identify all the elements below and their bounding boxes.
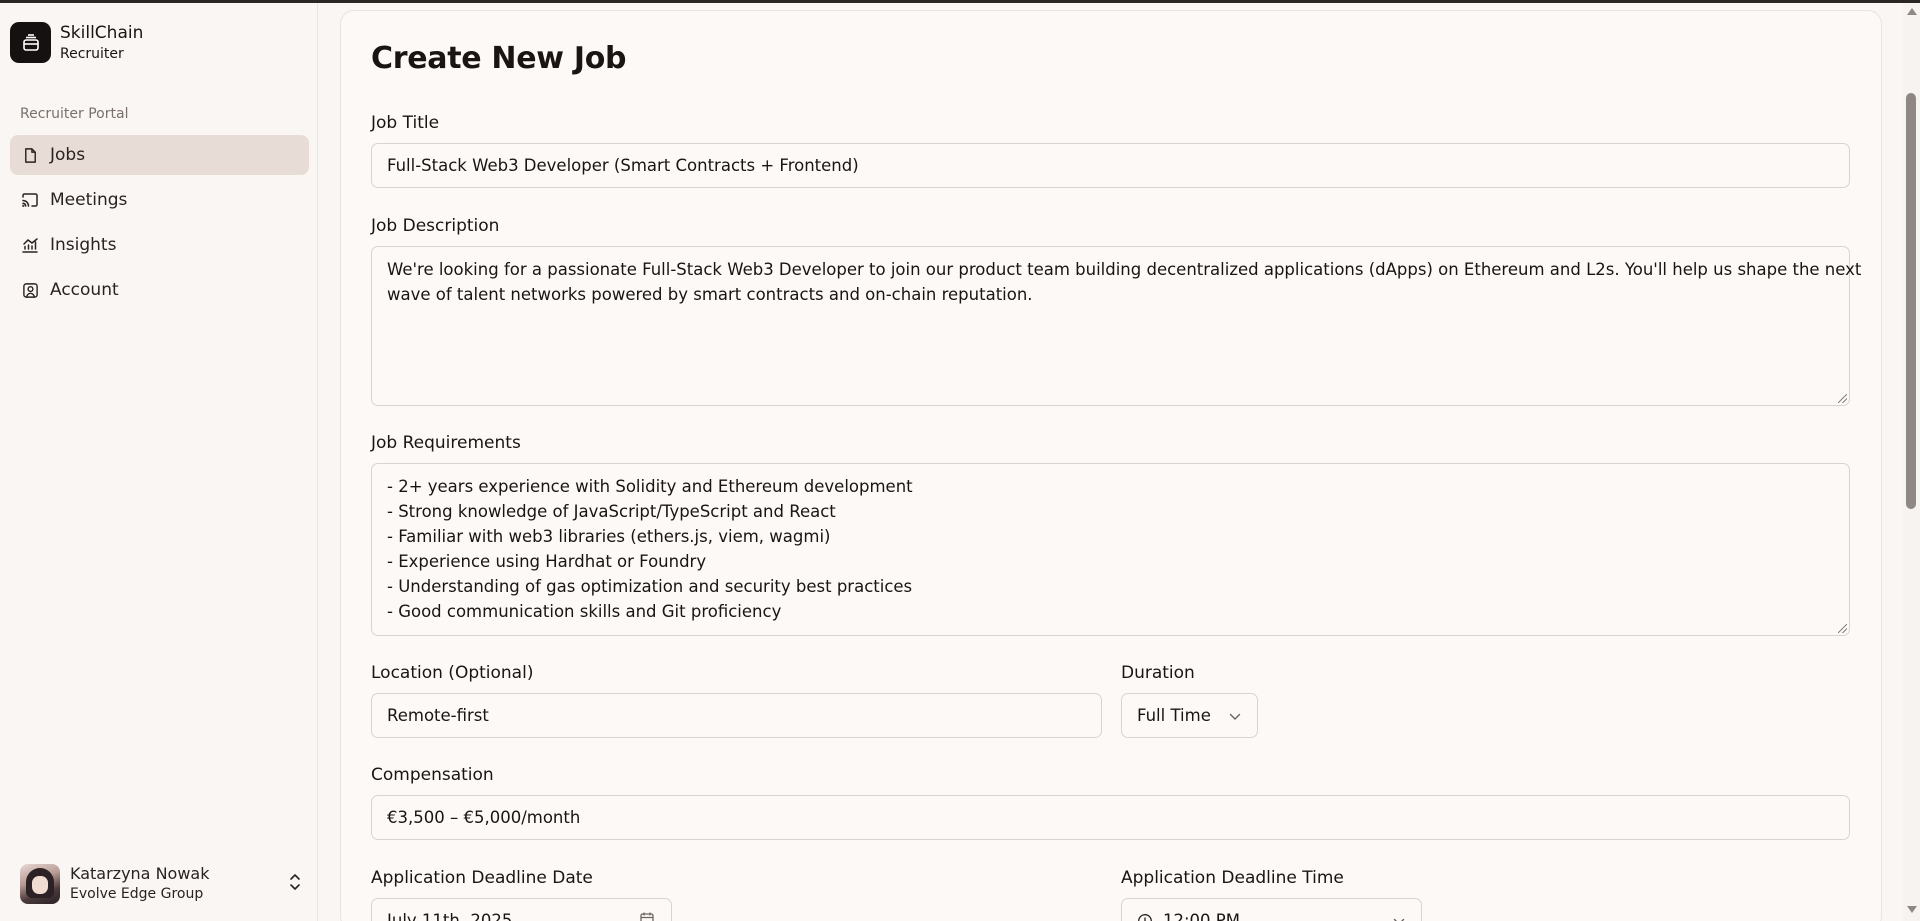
clock-icon	[1137, 913, 1153, 921]
chevron-down-icon	[1229, 706, 1241, 725]
sidebar-item-jobs[interactable]: Jobs	[10, 135, 309, 175]
sidebar-item-label: Jobs	[50, 145, 86, 165]
sidebar-nav: Jobs Meetings Insights Account	[10, 135, 309, 315]
sidebar-item-insights[interactable]: Insights	[10, 225, 309, 265]
deadline-date-picker[interactable]: July 11th, 2025	[371, 898, 672, 921]
job-requirements-textarea[interactable]: - 2+ years experience with Solidity and …	[371, 463, 1850, 636]
deadline-date-label: Application Deadline Date	[371, 868, 593, 888]
sidebar-item-meetings[interactable]: Meetings	[10, 180, 309, 220]
sidebar-section-label: Recruiter Portal	[20, 106, 129, 122]
requirement-line: - 2+ years experience with Solidity and …	[387, 477, 913, 496]
sidebar-item-label: Account	[50, 280, 119, 300]
brand[interactable]: SkillChain Recruiter	[10, 22, 143, 63]
resize-handle-icon[interactable]	[1838, 624, 1847, 633]
brand-logo-icon	[10, 22, 51, 63]
resize-handle-icon[interactable]	[1838, 394, 1847, 403]
file-icon	[21, 146, 39, 164]
deadline-time-select[interactable]: 12:00 PM	[1121, 898, 1422, 921]
compensation-input[interactable]: €3,500 – €5,000/month	[371, 795, 1850, 840]
scroll-down-arrow-icon[interactable]	[1907, 906, 1917, 913]
location-input[interactable]: Remote-first	[371, 693, 1102, 738]
scroll-up-arrow-icon[interactable]	[1907, 8, 1917, 15]
requirement-line: - Experience using Hardhat or Foundry	[387, 552, 707, 571]
job-title-input[interactable]: Full-Stack Web3 Developer (Smart Contrac…	[371, 143, 1850, 188]
chart-icon	[21, 236, 39, 254]
brand-name: SkillChain	[60, 22, 144, 43]
avatar	[20, 864, 60, 904]
chevron-down-icon	[1393, 911, 1405, 921]
requirement-line: - Good communication skills and Git prof…	[387, 602, 782, 621]
job-description-label: Job Description	[371, 216, 500, 236]
duration-value: Full Time	[1137, 706, 1211, 725]
sidebar: SkillChain Recruiter Recruiter Portal Jo…	[0, 3, 318, 921]
deadline-time-value: 12:00 PM	[1163, 911, 1240, 921]
deadline-date-value: July 11th, 2025	[387, 911, 513, 921]
duration-label: Duration	[1121, 663, 1195, 683]
duration-select[interactable]: Full Time	[1121, 693, 1258, 738]
sidebar-item-label: Insights	[50, 235, 117, 255]
compensation-value: €3,500 – €5,000/month	[387, 808, 581, 827]
location-value: Remote-first	[387, 706, 489, 725]
sidebar-item-label: Meetings	[50, 190, 128, 210]
user-square-icon	[21, 281, 39, 299]
location-label: Location (Optional)	[371, 663, 534, 683]
job-requirements-label: Job Requirements	[371, 433, 521, 453]
deadline-time-label: Application Deadline Time	[1121, 868, 1344, 888]
job-title-value: Full-Stack Web3 Developer (Smart Contrac…	[387, 156, 859, 175]
job-description-line: wave of talent networks powered by smart…	[387, 285, 1033, 304]
job-title-label: Job Title	[371, 113, 440, 133]
user-name: Katarzyna Nowak	[70, 864, 210, 883]
compensation-label: Compensation	[371, 765, 494, 785]
job-description-line: We're looking for a passionate Full-Stac…	[387, 260, 1862, 279]
scrollbar-thumb[interactable]	[1906, 93, 1916, 509]
brand-role: Recruiter	[60, 45, 124, 62]
cast-icon	[21, 191, 39, 209]
requirement-line: - Strong knowledge of JavaScript/TypeScr…	[387, 502, 836, 521]
sidebar-item-account[interactable]: Account	[10, 270, 309, 310]
create-job-card: Create New Job Job Title Full-Stack Web3…	[340, 10, 1882, 921]
page-title: Create New Job	[371, 41, 627, 76]
user-org: Evolve Edge Group	[70, 886, 204, 902]
requirement-line: - Familiar with web3 libraries (ethers.j…	[387, 527, 831, 546]
chevrons-up-down-icon	[288, 873, 302, 895]
requirement-line: - Understanding of gas optimization and …	[387, 577, 913, 596]
user-menu[interactable]: Katarzyna Nowak Evolve Edge Group	[20, 860, 302, 908]
job-description-textarea[interactable]: We're looking for a passionate Full-Stac…	[371, 246, 1862, 406]
calendar-icon	[639, 911, 655, 921]
